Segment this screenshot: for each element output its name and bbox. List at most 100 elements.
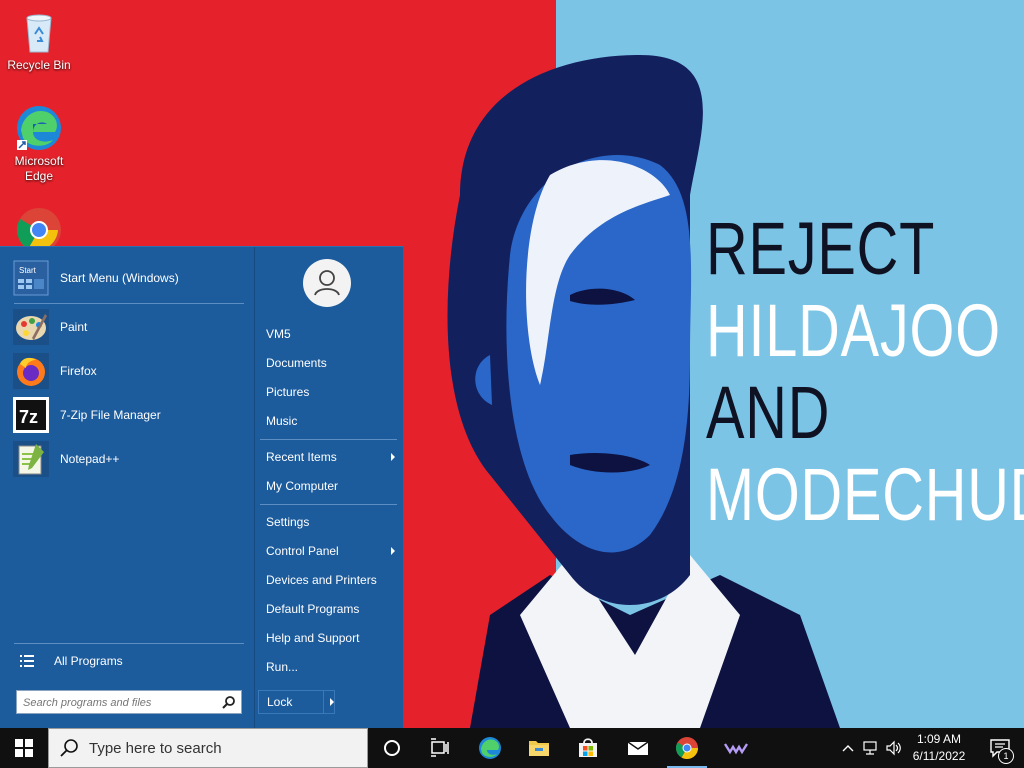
desktop-icon-recycle-bin[interactable]: Recycle Bin bbox=[4, 8, 74, 73]
menu-item-label: VM5 bbox=[266, 327, 291, 341]
start-menu-left-pane: Start Start Menu (Windows) Paint Firefox… bbox=[0, 247, 254, 729]
start-menu: Start Start Menu (Windows) Paint Firefox… bbox=[0, 246, 403, 729]
start-menu-icon: Start bbox=[12, 259, 50, 297]
clock-date: 6/11/2022 bbox=[912, 749, 966, 763]
lock-button-group: Lock bbox=[258, 690, 335, 714]
start-menu-search[interactable] bbox=[16, 690, 242, 714]
menu-item-label: Default Programs bbox=[266, 602, 360, 616]
program-label: Notepad++ bbox=[60, 452, 120, 466]
start-button[interactable] bbox=[0, 728, 48, 768]
menu-separator bbox=[260, 439, 397, 440]
volume-icon[interactable] bbox=[886, 740, 902, 756]
taskbar-search-placeholder: Type here to search bbox=[89, 739, 222, 757]
wallpaper-line-1: REJECT bbox=[706, 207, 936, 290]
taskbar-mail[interactable] bbox=[614, 728, 662, 768]
start-menu-right-pane: VM5 Documents Pictures Music Recent Item… bbox=[255, 247, 403, 729]
list-icon bbox=[20, 655, 34, 667]
menu-separator bbox=[14, 303, 244, 304]
desktop-icon-label: Microsoft Edge bbox=[14, 154, 64, 183]
taskbar-app[interactable] bbox=[712, 728, 760, 768]
task-view-icon bbox=[431, 738, 449, 757]
menu-item-label: Help and Support bbox=[266, 631, 360, 645]
edge-icon bbox=[15, 104, 63, 152]
cortana-icon bbox=[384, 740, 400, 756]
notepadpp-icon bbox=[12, 440, 50, 478]
submenu-arrow-icon bbox=[391, 453, 395, 461]
all-programs-button[interactable]: All Programs bbox=[12, 647, 244, 675]
chevron-up-icon[interactable] bbox=[840, 740, 856, 756]
taskbar: Type here to search 1:09 AM 6/11/2022 1 bbox=[0, 728, 1024, 768]
task-view-button[interactable] bbox=[416, 728, 464, 768]
power-options-arrow-icon[interactable] bbox=[330, 698, 334, 706]
chrome-icon bbox=[676, 737, 698, 759]
lock-button[interactable]: Lock bbox=[259, 695, 323, 709]
desktop-icon-edge[interactable]: Microsoft Edge bbox=[4, 104, 74, 184]
menu-item-run[interactable]: Run... bbox=[263, 653, 399, 681]
user-icon bbox=[314, 270, 340, 296]
taskbar-edge[interactable] bbox=[466, 728, 514, 768]
taskbar-chrome[interactable] bbox=[663, 728, 711, 768]
menu-item-user-folder[interactable]: VM5 bbox=[263, 320, 399, 348]
program-label: Firefox bbox=[60, 364, 97, 378]
edge-icon bbox=[479, 737, 501, 759]
wallpaper-line-2: HILDAJOO bbox=[706, 289, 1001, 372]
clock-time: 1:09 AM bbox=[916, 732, 962, 746]
menu-item-label: Devices and Printers bbox=[266, 573, 377, 587]
network-icon[interactable] bbox=[863, 740, 879, 756]
wallpaper-slogan: REJECT HILDAJOO AND MODECHUD bbox=[706, 208, 1024, 536]
start-menu-search-input[interactable] bbox=[21, 692, 215, 714]
program-paint[interactable]: Paint bbox=[12, 307, 244, 347]
lock-button-divider bbox=[323, 691, 324, 713]
menu-item-my-computer[interactable]: My Computer bbox=[263, 472, 399, 500]
7zip-icon: 7z bbox=[12, 396, 50, 434]
menu-item-label: Settings bbox=[266, 515, 310, 529]
search-icon bbox=[60, 739, 78, 757]
svg-text:Start: Start bbox=[19, 266, 37, 275]
store-icon bbox=[579, 738, 597, 757]
file-explorer-icon bbox=[529, 741, 549, 756]
system-clock[interactable]: 1:09 AM 6/11/2022 bbox=[904, 731, 974, 765]
app-icon bbox=[724, 743, 748, 755]
taskbar-file-explorer[interactable] bbox=[515, 728, 563, 768]
menu-item-label: Run... bbox=[266, 660, 299, 674]
submenu-arrow-icon bbox=[391, 547, 395, 555]
program-firefox[interactable]: Firefox bbox=[12, 351, 244, 391]
recycle-bin-icon bbox=[15, 8, 63, 56]
menu-item-devices-printers[interactable]: Devices and Printers bbox=[263, 566, 399, 594]
menu-item-settings[interactable]: Settings bbox=[263, 508, 399, 536]
taskbar-search-box[interactable]: Type here to search bbox=[48, 728, 368, 768]
program-7zip[interactable]: 7z 7-Zip File Manager bbox=[12, 395, 244, 435]
menu-item-label: My Computer bbox=[266, 479, 339, 493]
program-notepadpp[interactable]: Notepad++ bbox=[12, 439, 244, 479]
wallpaper-line-4: MODECHUD bbox=[706, 453, 1024, 536]
user-avatar[interactable] bbox=[303, 259, 351, 307]
windows-logo-icon bbox=[15, 739, 33, 757]
menu-item-default-programs[interactable]: Default Programs bbox=[263, 595, 399, 623]
menu-item-label: Music bbox=[266, 414, 298, 428]
menu-item-label: Documents bbox=[266, 356, 327, 370]
cortana-button[interactable] bbox=[368, 728, 416, 768]
mail-icon bbox=[627, 741, 649, 755]
menu-item-recent-items[interactable]: Recent Items bbox=[263, 443, 399, 471]
svg-text:7z: 7z bbox=[19, 407, 38, 427]
menu-separator bbox=[14, 643, 244, 644]
menu-item-label: Pictures bbox=[266, 385, 310, 399]
action-center-button[interactable]: 1 bbox=[976, 728, 1024, 768]
paint-icon bbox=[12, 308, 50, 346]
menu-item-documents[interactable]: Documents bbox=[263, 349, 399, 377]
menu-item-label: Control Panel bbox=[266, 544, 339, 558]
taskbar-store[interactable] bbox=[564, 728, 612, 768]
wallpaper-line-3: AND bbox=[706, 371, 831, 454]
menu-item-control-panel[interactable]: Control Panel bbox=[263, 537, 399, 565]
menu-item-help-support[interactable]: Help and Support bbox=[263, 624, 399, 652]
program-label: Paint bbox=[60, 320, 88, 334]
program-label: Start Menu (Windows) bbox=[60, 271, 179, 285]
menu-item-label: Recent Items bbox=[266, 450, 337, 464]
all-programs-label: All Programs bbox=[54, 654, 123, 668]
search-icon[interactable] bbox=[222, 695, 236, 709]
pinned-start-menu-windows[interactable]: Start Start Menu (Windows) bbox=[12, 258, 244, 298]
firefox-icon bbox=[12, 352, 50, 390]
program-label: 7-Zip File Manager bbox=[60, 408, 161, 422]
menu-item-pictures[interactable]: Pictures bbox=[263, 378, 399, 406]
menu-item-music[interactable]: Music bbox=[263, 407, 399, 435]
